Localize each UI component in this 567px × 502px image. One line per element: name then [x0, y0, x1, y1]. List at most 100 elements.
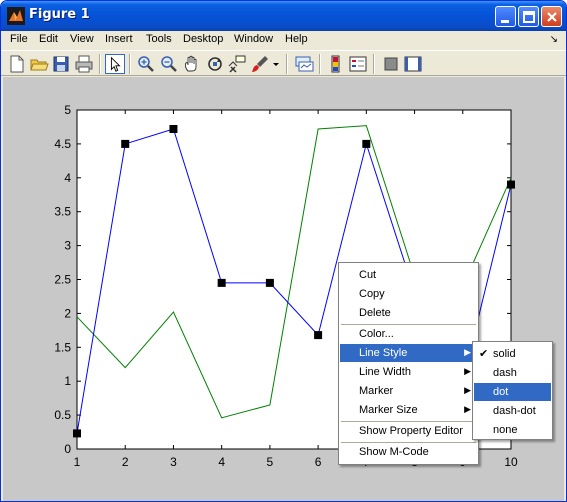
- context-color-label: Color...: [359, 328, 394, 340]
- pan-icon[interactable]: [182, 54, 202, 74]
- menu-insert[interactable]: Insert: [105, 33, 133, 45]
- zoom-in-icon[interactable]: [136, 54, 156, 74]
- context-line-style-label: Line Style: [359, 347, 408, 359]
- context-copy-label: Copy: [359, 288, 385, 300]
- dock-arrow-icon[interactable]: ↘: [550, 34, 558, 45]
- context-line-width-label: Line Width: [359, 366, 411, 378]
- context-color[interactable]: Color...: [340, 325, 477, 343]
- figure-window: Figure 1 File Edit View Insert Tools Des…: [0, 0, 567, 502]
- x-tick-label: 6: [315, 455, 322, 469]
- y-tick-label: 1.5: [54, 340, 71, 354]
- close-icon: [547, 12, 557, 22]
- data-point-marker[interactable]: [314, 331, 323, 340]
- data-point-marker[interactable]: [169, 124, 178, 133]
- window-title: Figure 1: [29, 7, 90, 22]
- menu-bar: File Edit View Insert Tools Desktop Wind…: [1, 31, 566, 50]
- data-cursor-icon[interactable]: [227, 54, 247, 74]
- rotate-3d-icon[interactable]: [205, 54, 225, 74]
- link-plot-icon[interactable]: [294, 54, 314, 74]
- brush-icon[interactable]: [250, 54, 270, 74]
- line-style-none[interactable]: none: [474, 421, 551, 439]
- line-style-dash-label: dash: [493, 367, 517, 379]
- context-cut-label: Cut: [359, 269, 377, 281]
- checkmark-icon: ✔: [479, 348, 489, 360]
- menu-edit[interactable]: Edit: [39, 33, 58, 45]
- context-mcode-label: Show M-Code: [359, 446, 429, 458]
- title-bar[interactable]: Figure 1: [1, 1, 566, 31]
- save-icon[interactable]: [51, 54, 71, 74]
- context-copy[interactable]: Copy: [340, 285, 477, 303]
- data-point-marker[interactable]: [73, 429, 81, 438]
- toolbar-separator: [99, 54, 101, 74]
- print-icon[interactable]: [74, 54, 94, 74]
- x-tick-label: 2: [122, 455, 129, 469]
- data-point-marker[interactable]: [265, 278, 274, 287]
- line-style-dot-label: dot: [493, 386, 509, 398]
- data-point-marker[interactable]: [121, 139, 130, 148]
- data-point-marker[interactable]: [217, 278, 226, 287]
- submenu-arrow-icon: ▶: [464, 347, 471, 357]
- edit-plot-icon[interactable]: [105, 54, 125, 74]
- context-marker-size-label: Marker Size: [359, 404, 418, 416]
- data-point-marker[interactable]: [362, 139, 371, 148]
- context-marker[interactable]: Marker ▶: [340, 382, 477, 400]
- menu-desktop[interactable]: Desktop: [183, 33, 223, 45]
- line-style-dot[interactable]: dot: [474, 383, 551, 401]
- line-style-dash-dot-label: dash-dot: [493, 405, 536, 417]
- menu-window[interactable]: Window: [234, 33, 273, 45]
- menu-view[interactable]: View: [70, 33, 94, 45]
- colorbar-icon[interactable]: [326, 54, 346, 74]
- line-style-none-label: none: [493, 424, 518, 436]
- figure-canvas[interactable]: 00.511.522.533.544.55 12345678910 Cut Co…: [3, 77, 564, 501]
- y-tick-label: 1: [64, 374, 71, 388]
- minimize-button[interactable]: [495, 6, 516, 27]
- x-tick-label: 10: [504, 455, 518, 469]
- menu-tools[interactable]: Tools: [146, 33, 172, 45]
- y-tick-label: 2: [64, 306, 71, 320]
- x-tick-label: 3: [170, 455, 177, 469]
- context-show-mcode[interactable]: Show M-Code: [340, 443, 477, 461]
- toolbar-separator: [129, 54, 131, 74]
- context-property-editor-label: Show Property Editor: [359, 425, 463, 437]
- y-tick-label: 3: [64, 239, 71, 253]
- toolbar-separator: [319, 54, 321, 74]
- line-style-solid-label: solid: [493, 348, 516, 360]
- line-style-solid[interactable]: ✔ solid: [474, 345, 551, 363]
- maximize-icon: [523, 11, 535, 23]
- context-line-style[interactable]: Line Style ▶: [340, 344, 477, 362]
- context-cut[interactable]: Cut: [340, 266, 477, 284]
- x-tick-label: 1: [74, 455, 81, 469]
- menu-help[interactable]: Help: [285, 33, 308, 45]
- legend-icon[interactable]: [348, 54, 368, 74]
- line-context-menu: Cut Copy Delete Color... Line Style ▶ Lin…: [338, 262, 479, 465]
- brush-dropdown-icon[interactable]: [271, 54, 281, 74]
- zoom-out-icon[interactable]: [159, 54, 179, 74]
- context-marker-label: Marker: [359, 385, 394, 397]
- context-delete-label: Delete: [359, 307, 391, 319]
- show-plot-tools-icon[interactable]: [403, 54, 423, 74]
- menu-file[interactable]: File: [10, 33, 28, 45]
- toolbar-separator: [286, 54, 288, 74]
- new-figure-icon[interactable]: [7, 54, 27, 74]
- hide-plot-tools-icon[interactable]: [381, 54, 401, 74]
- y-tick-label: 0.5: [54, 408, 71, 422]
- open-file-icon[interactable]: [29, 54, 49, 74]
- y-tick-label: 0: [64, 442, 71, 456]
- context-line-width[interactable]: Line Width ▶: [340, 363, 477, 381]
- matlab-icon: [7, 7, 25, 25]
- line-style-dash[interactable]: dash: [474, 364, 551, 382]
- data-point-marker[interactable]: [507, 180, 515, 189]
- submenu-arrow-icon: ▶: [464, 366, 471, 376]
- context-delete[interactable]: Delete: [340, 304, 477, 322]
- submenu-arrow-icon: ▶: [464, 385, 471, 395]
- context-marker-size[interactable]: Marker Size ▶: [340, 401, 477, 419]
- y-tick-label: 5: [64, 103, 71, 117]
- submenu-arrow-icon: ▶: [464, 404, 471, 414]
- context-show-property-editor[interactable]: Show Property Editor: [340, 422, 477, 440]
- x-tick-label: 5: [267, 455, 274, 469]
- line-style-dash-dot[interactable]: dash-dot: [474, 402, 551, 420]
- close-button[interactable]: [541, 6, 562, 27]
- figure-toolbar: [1, 50, 566, 76]
- maximize-button[interactable]: [518, 6, 539, 27]
- y-tick-label: 3.5: [54, 205, 71, 219]
